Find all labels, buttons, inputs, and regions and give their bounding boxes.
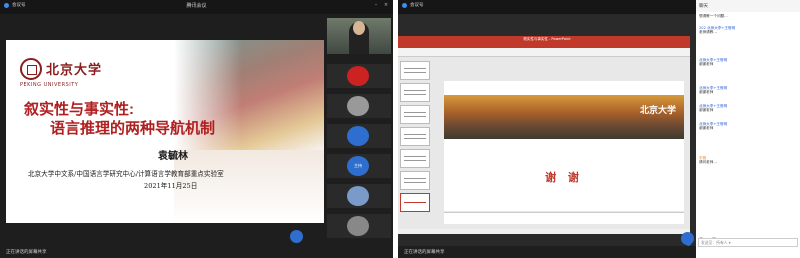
chat-text: 请问老师… (699, 160, 717, 165)
emoji-bar (698, 228, 798, 243)
pku-logo-icon (20, 58, 42, 80)
chat-message: 北师大李+王惟明 谢谢老师 (699, 58, 798, 67)
slide-university-logo: 北京大学 (639, 106, 676, 116)
slide-thumbnail[interactable] (400, 127, 430, 146)
chat-message: 北师大李+王惟明 谢谢老师 (699, 104, 798, 113)
slide-thumbnail[interactable] (400, 105, 430, 124)
slide-title-line1: 叙实性与事实性: (24, 101, 134, 118)
chat-text: 谢谢老师 (699, 62, 714, 67)
right-meeting-window: 会议号 叙实性与事实性 - PowerPoint 北京大学 谢 谢 正在讲话的屏… (398, 0, 800, 258)
chat-message: 北师大李+王惟明 谢谢老师 (699, 86, 798, 95)
right-title-bar: 会议号 (398, 0, 696, 14)
slide-title-line2: 语言推理的两种导航机制 (50, 120, 216, 137)
participant-tile[interactable]: 主持 (327, 154, 391, 178)
slide-thanks-text: 谢 谢 (545, 171, 583, 184)
camera-indicator-icon (402, 3, 407, 8)
chat-text: 谢谢老师 (699, 108, 714, 113)
left-title-bar: 会议号 腾讯会议 – × (0, 0, 393, 14)
chat-message: 北师大李+王惟明 谢谢老师 (699, 122, 798, 131)
chat-header: 聊天 (696, 0, 800, 12)
slide-author: 袁毓林 (158, 151, 188, 162)
slide-notes-area[interactable] (444, 212, 684, 224)
speaking-indicator: 正在讲话的屏幕共享 (6, 250, 47, 255)
participant-tile[interactable] (327, 184, 391, 208)
powerpoint-statusbar (398, 229, 690, 234)
campus-banner-image (444, 95, 684, 139)
shared-slide-title: 北京大学 PEKING UNIVERSITY 叙实性与事实性: 语言推理的两种导… (6, 40, 324, 223)
chat-message: 字音 请问老师… (699, 156, 798, 165)
chat-message: 想请教一个问题… (699, 14, 728, 18)
right-meeting-id: 会议号 (410, 3, 424, 8)
participant-tile[interactable] (327, 124, 391, 148)
slide-thumbnail[interactable] (400, 61, 430, 80)
chat-panel: 聊天 想请教一个问题… 202 北师大李+王惟明 老师请教… 北师大李+王惟明 … (696, 0, 800, 258)
current-slide: 北京大学 谢 谢 (444, 81, 684, 211)
left-meeting-window: 会议号 腾讯会议 – × 北京大学 PEKING UNIVERSITY 叙实性与… (0, 0, 393, 258)
left-window-title: 腾讯会议 (186, 3, 207, 9)
powerpoint-title: 叙实性与事实性 - PowerPoint (523, 37, 571, 41)
speaking-indicator: 正在讲话的屏幕共享 (404, 250, 445, 255)
slide-thumbnail[interactable] (400, 171, 430, 190)
chat-message: 202 北师大李+王惟明 老师请教… (699, 26, 798, 35)
floating-action-button[interactable] (290, 230, 303, 243)
slide-thumbnail-selected[interactable] (400, 193, 430, 212)
chat-text: 谢谢老师 (699, 126, 714, 131)
powerpoint-tabs (398, 43, 690, 48)
chat-title: 聊天 (699, 4, 708, 9)
minimize-icon[interactable]: – (373, 2, 379, 8)
participant-tile[interactable] (327, 64, 391, 88)
slide-affiliation: 北京大学中文系/中国语言学研究中心/计算语言学教育部重点实验室 (28, 170, 224, 178)
slide-thumbnail[interactable] (400, 149, 430, 168)
participant-video-list: 主持 (327, 18, 391, 248)
speaker-video[interactable] (327, 18, 391, 54)
participant-tile[interactable] (327, 214, 391, 238)
reaction-icon[interactable] (686, 241, 691, 246)
participant-tile[interactable] (327, 94, 391, 118)
chat-input[interactable]: 发送至：所有人 ▾ (698, 238, 798, 247)
chat-text: 老师请教… (699, 30, 717, 35)
close-icon[interactable]: × (383, 2, 389, 8)
host-badge: 主持 (347, 156, 369, 176)
slide-date: 2021年11月25日 (144, 182, 198, 190)
slide-thumbnail[interactable] (400, 83, 430, 102)
university-name-cn: 北京大学 (46, 63, 103, 78)
chat-text: 谢谢老师 (699, 90, 714, 95)
university-name-en: PEKING UNIVERSITY (20, 82, 79, 88)
shared-screen-area: 叙实性与事实性 - PowerPoint 北京大学 谢 谢 (398, 14, 696, 246)
slide-thumbnail-panel (400, 59, 430, 227)
